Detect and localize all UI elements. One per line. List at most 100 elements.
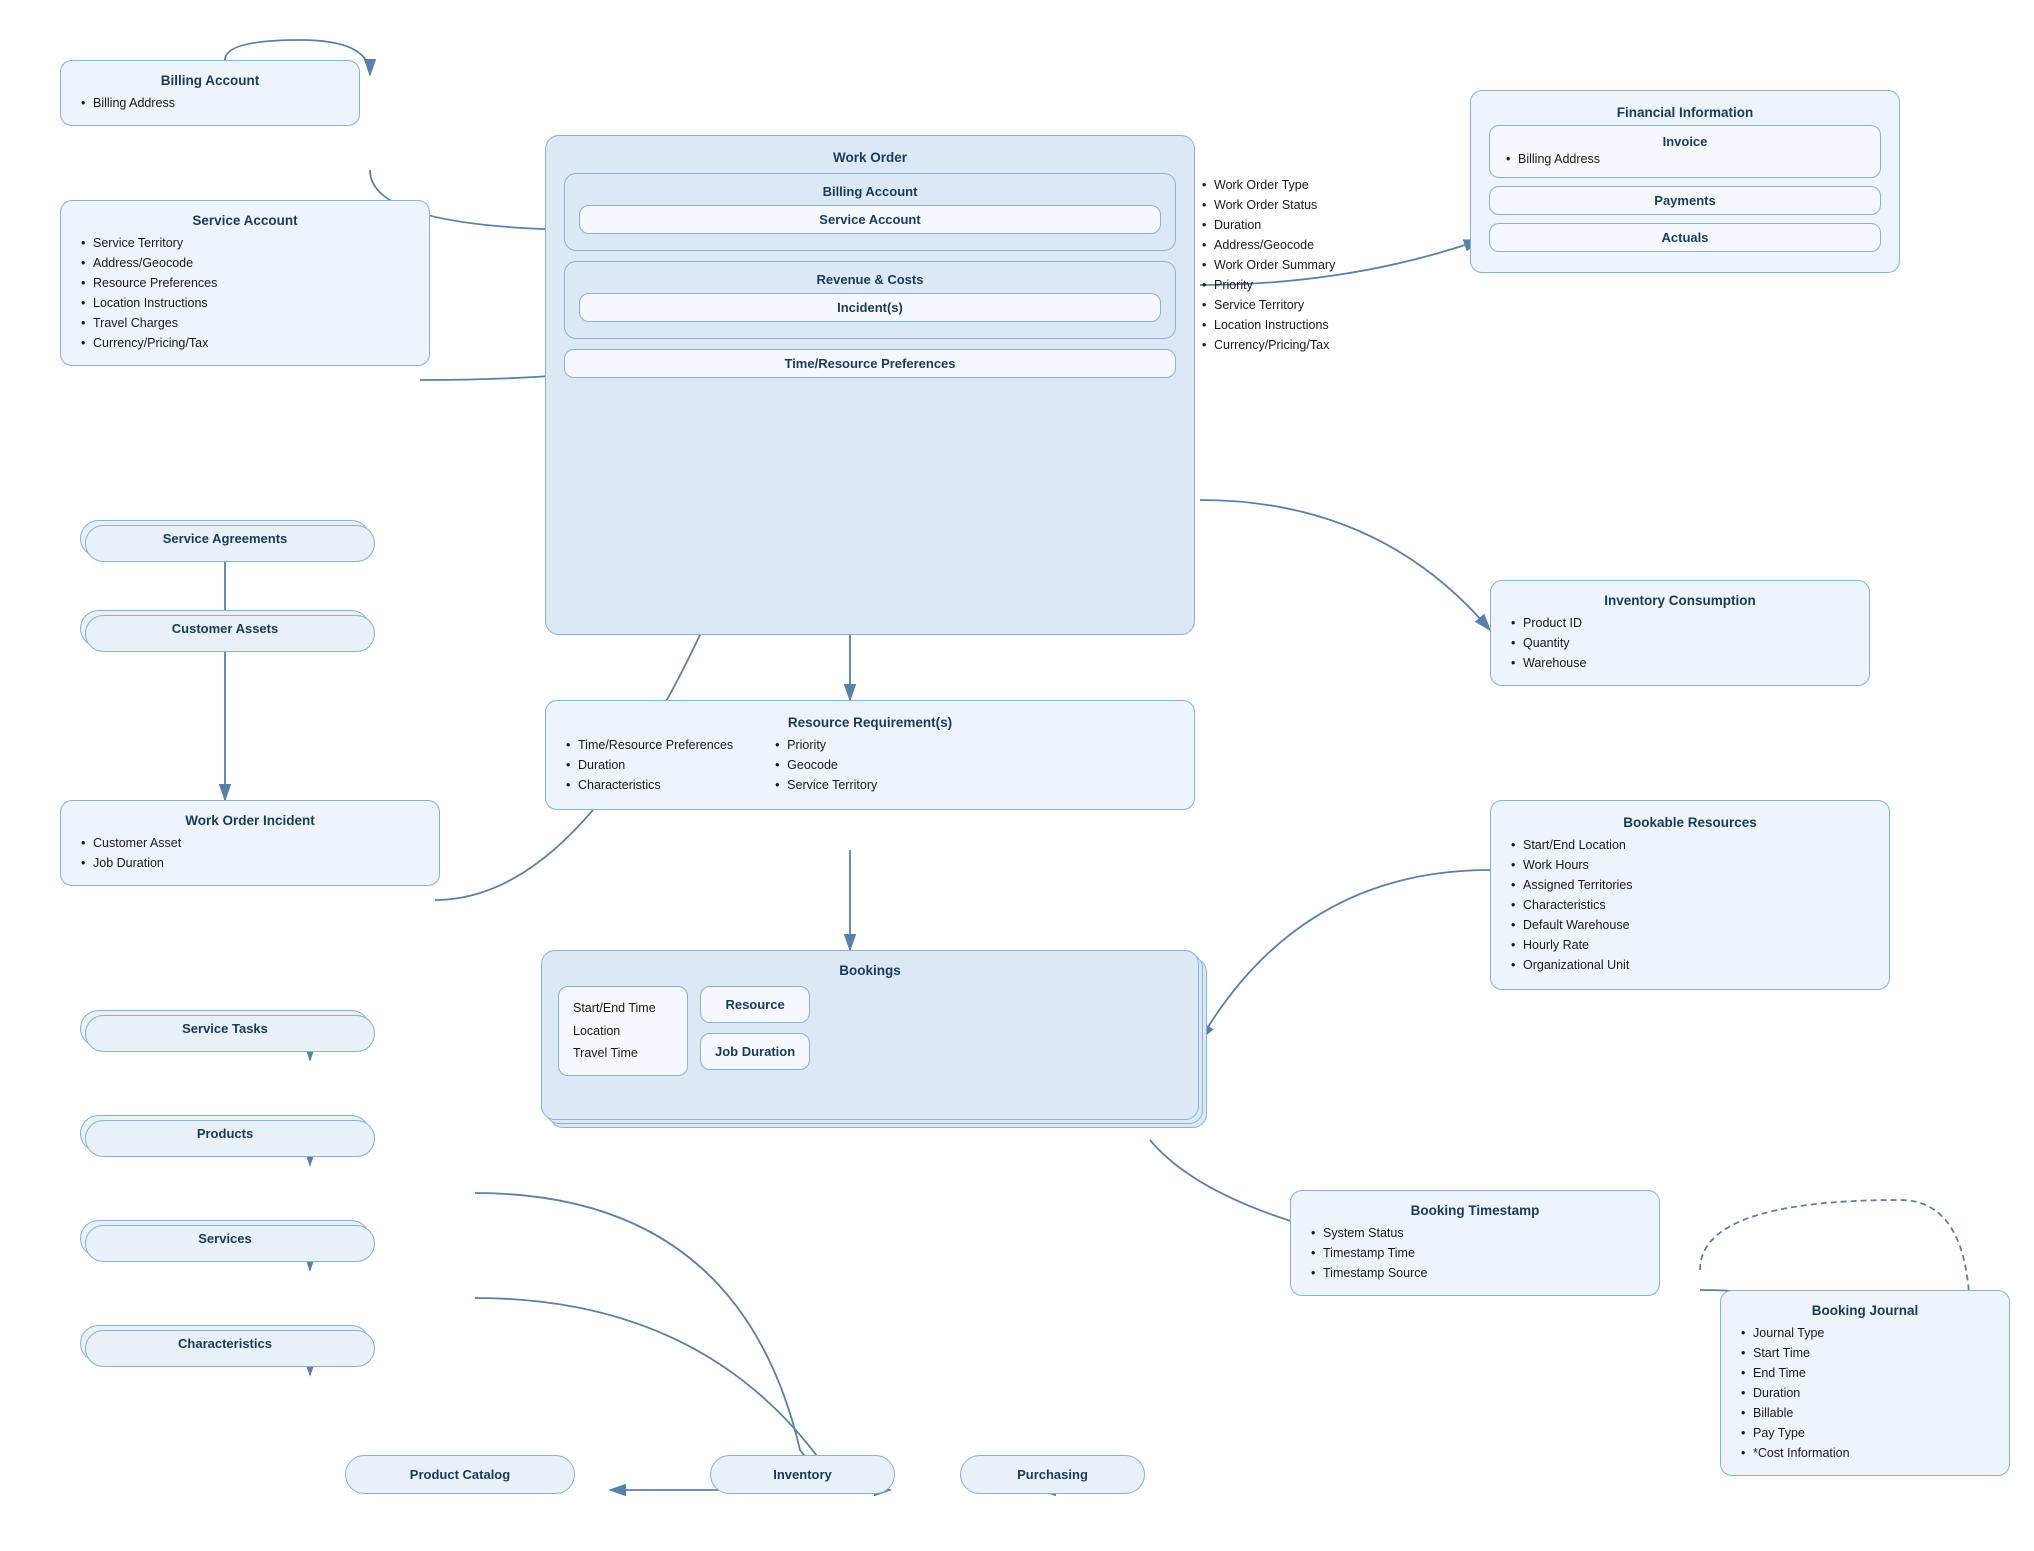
- bookable-resources-list: Start/End Location Work Hours Assigned T…: [1509, 835, 1871, 975]
- payments-box: Payments: [1489, 186, 1881, 215]
- booking-start-end: Start/End Time: [573, 997, 673, 1020]
- wo-field-4: Work Order Summary: [1200, 255, 1335, 275]
- work-order-outer-box: Work Order Billing Account Service Accou…: [545, 135, 1195, 635]
- bookings-left-box: Start/End Time Location Travel Time: [558, 986, 688, 1076]
- actuals-box: Actuals: [1489, 223, 1881, 252]
- service-account-box: Service Account Service Territory Addres…: [60, 200, 430, 366]
- rr-col2: Priority Geocode Service Territory: [773, 735, 877, 795]
- woi-item-1: Job Duration: [79, 853, 421, 873]
- billing-account-top-list: Billing Address: [79, 93, 341, 113]
- br-item-2: Assigned Territories: [1509, 875, 1871, 895]
- purchasing-pill: Purchasing: [960, 1455, 1145, 1494]
- bj-item-2: End Time: [1739, 1363, 1991, 1383]
- invoice-label: Invoice: [1504, 134, 1866, 149]
- products-pill: Products: [80, 1115, 370, 1152]
- br-item-6: Organizational Unit: [1509, 955, 1871, 975]
- sa-item-3: Location Instructions: [79, 293, 411, 313]
- characteristics-pill: Characteristics: [80, 1325, 370, 1362]
- customer-assets-pill: Customer Assets: [80, 610, 370, 647]
- rr-col2-item-1: Geocode: [773, 755, 877, 775]
- wo-incidents-inner: Incident(s): [579, 293, 1161, 322]
- wo-field-7: Location Instructions: [1200, 315, 1335, 335]
- work-order-outer-title: Work Order: [564, 150, 1176, 165]
- sa-item-0: Service Territory: [79, 233, 411, 253]
- rr-col2-item-0: Priority: [773, 735, 877, 755]
- ic-item-0: Product ID: [1509, 613, 1851, 633]
- wo-field-3: Address/Geocode: [1200, 235, 1335, 255]
- br-item-1: Work Hours: [1509, 855, 1871, 875]
- invoice-list: Billing Address: [1504, 149, 1866, 169]
- inventory-consumption-title: Inventory Consumption: [1509, 593, 1851, 608]
- inventory-consumption-list: Product ID Quantity Warehouse: [1509, 613, 1851, 673]
- booking-location: Location: [573, 1020, 673, 1043]
- bt-item-1: Timestamp Time: [1309, 1243, 1641, 1263]
- bj-item-5: Pay Type: [1739, 1423, 1991, 1443]
- inventory-pill: Inventory: [710, 1455, 895, 1494]
- sa-item-5: Currency/Pricing/Tax: [79, 333, 411, 353]
- rr-col1-item-0: Time/Resource Preferences: [564, 735, 733, 755]
- financial-information-title: Financial Information: [1489, 105, 1881, 120]
- wo-field-5: Priority: [1200, 275, 1335, 295]
- bookings-resource-box: Resource: [700, 986, 810, 1023]
- wo-time-resource-inner: Time/Resource Preferences: [564, 349, 1176, 378]
- booking-travel: Travel Time: [573, 1042, 673, 1065]
- br-item-4: Default Warehouse: [1509, 915, 1871, 935]
- rr-col1-item-2: Characteristics: [564, 775, 733, 795]
- br-item-5: Hourly Rate: [1509, 935, 1871, 955]
- bookable-resources-box: Bookable Resources Start/End Location Wo…: [1490, 800, 1890, 990]
- bookable-resources-title: Bookable Resources: [1509, 815, 1871, 830]
- billing-account-top-title: Billing Account: [79, 73, 341, 88]
- sa-item-4: Travel Charges: [79, 313, 411, 333]
- resource-requirements-title: Resource Requirement(s): [564, 715, 1176, 730]
- wo-revenue-costs-label: Revenue & Costs: [579, 272, 1161, 287]
- wo-fields-list: Work Order Type Work Order Status Durati…: [1200, 175, 1335, 355]
- wo-field-6: Service Territory: [1200, 295, 1335, 315]
- br-item-3: Characteristics: [1509, 895, 1871, 915]
- rr-col1: Time/Resource Preferences Duration Chara…: [564, 735, 733, 795]
- billing-account-top-item-0: Billing Address: [79, 93, 341, 113]
- wo-field-8: Currency/Pricing/Tax: [1200, 335, 1335, 355]
- sa-item-1: Address/Geocode: [79, 253, 411, 273]
- billing-account-top-box: Billing Account Billing Address: [60, 60, 360, 126]
- bj-item-6: *Cost Information: [1739, 1443, 1991, 1463]
- financial-information-box: Financial Information Invoice Billing Ad…: [1470, 90, 1900, 273]
- booking-timestamp-box: Booking Timestamp System Status Timestam…: [1290, 1190, 1660, 1296]
- booking-timestamp-list: System Status Timestamp Time Timestamp S…: [1309, 1223, 1641, 1283]
- bj-item-4: Billable: [1739, 1403, 1991, 1423]
- wo-field-2: Duration: [1200, 215, 1335, 235]
- booking-journal-list: Journal Type Start Time End Time Duratio…: [1739, 1323, 1991, 1463]
- bookings-job-duration-box: Job Duration: [700, 1033, 810, 1070]
- woi-item-0: Customer Asset: [79, 833, 421, 853]
- ic-item-1: Quantity: [1509, 633, 1851, 653]
- wo-field-1: Work Order Status: [1200, 195, 1335, 215]
- sa-item-2: Resource Preferences: [79, 273, 411, 293]
- service-tasks-pill: Service Tasks: [80, 1010, 370, 1047]
- services-pill: Services: [80, 1220, 370, 1257]
- booking-journal-box: Booking Journal Journal Type Start Time …: [1720, 1290, 2010, 1476]
- rr-col1-item-1: Duration: [564, 755, 733, 775]
- booking-timestamp-title: Booking Timestamp: [1309, 1203, 1641, 1218]
- inventory-consumption-box: Inventory Consumption Product ID Quantit…: [1490, 580, 1870, 686]
- wo-service-account-inner: Service Account: [579, 205, 1161, 234]
- bt-item-0: System Status: [1309, 1223, 1641, 1243]
- service-agreements-pill: Service Agreements: [80, 520, 370, 557]
- work-order-incident-title: Work Order Incident: [79, 813, 421, 828]
- ic-item-2: Warehouse: [1509, 653, 1851, 673]
- wo-field-0: Work Order Type: [1200, 175, 1335, 195]
- bookings-inner-row: Start/End Time Location Travel Time Reso…: [558, 986, 1182, 1076]
- invoice-item-0: Billing Address: [1504, 149, 1866, 169]
- bj-item-0: Journal Type: [1739, 1323, 1991, 1343]
- rr-col2-item-2: Service Territory: [773, 775, 877, 795]
- bookings-outer-box: Bookings Start/End Time Location Travel …: [541, 950, 1199, 1120]
- product-catalog-pill: Product Catalog: [345, 1455, 575, 1494]
- work-order-fields: Work Order Type Work Order Status Durati…: [1200, 175, 1335, 355]
- resource-requirements-box: Resource Requirement(s) Time/Resource Pr…: [545, 700, 1195, 810]
- bookings-title: Bookings: [558, 963, 1182, 978]
- diagram-container: Billing Account Billing Address Service …: [0, 0, 2034, 1551]
- bj-item-1: Start Time: [1739, 1343, 1991, 1363]
- service-account-list: Service Territory Address/Geocode Resour…: [79, 233, 411, 353]
- service-account-title: Service Account: [79, 213, 411, 228]
- booking-journal-title: Booking Journal: [1739, 1303, 1991, 1318]
- work-order-incident-list: Customer Asset Job Duration: [79, 833, 421, 873]
- bj-item-3: Duration: [1739, 1383, 1991, 1403]
